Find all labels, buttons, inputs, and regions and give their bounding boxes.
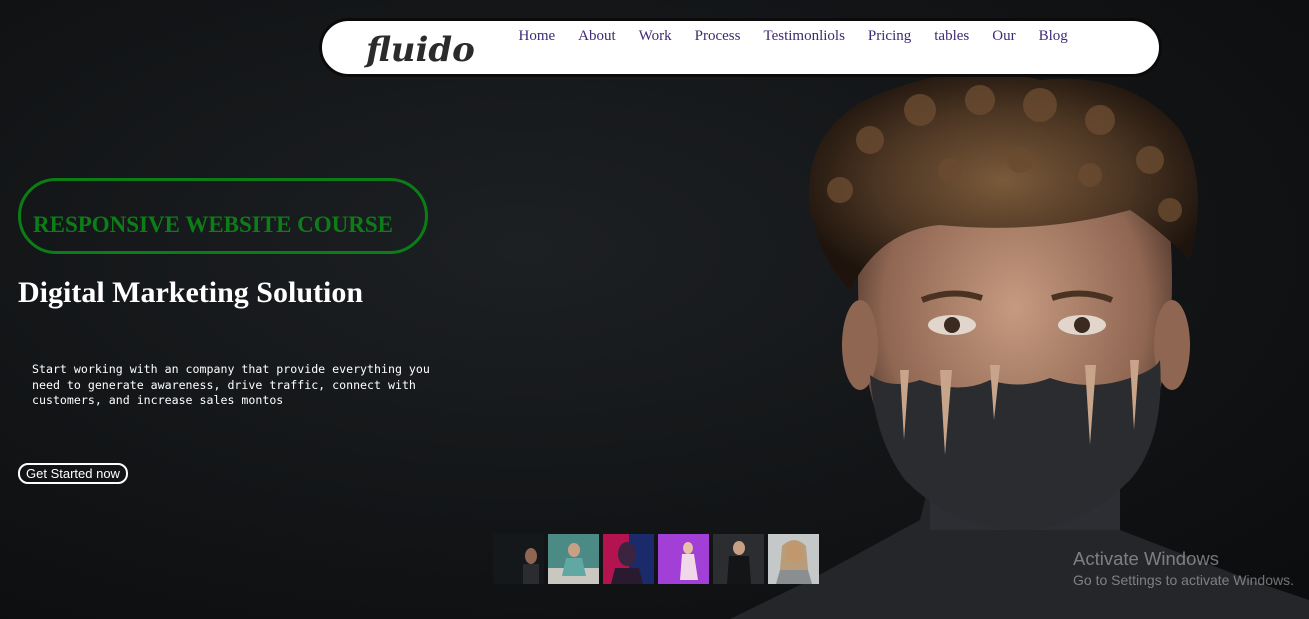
nav-blog-link[interactable]: Blog bbox=[1027, 26, 1079, 46]
thumbnail-4[interactable] bbox=[658, 534, 709, 584]
nav-links: Home About Work Process Testimonliols Pr… bbox=[507, 26, 1079, 46]
hero-headline: Digital Marketing Solution bbox=[18, 276, 364, 309]
nav-our-link[interactable]: Our bbox=[981, 26, 1027, 46]
thumbnail-2[interactable] bbox=[548, 534, 599, 584]
thumbnail-5[interactable] bbox=[713, 534, 764, 584]
nav-home-link[interactable]: Home bbox=[507, 26, 567, 46]
thumbnail-3[interactable] bbox=[603, 534, 654, 584]
course-badge: RESPONSIVE WEBSITE COURSE bbox=[18, 178, 428, 254]
nav-process-link[interactable]: Process bbox=[683, 26, 752, 46]
nav-testimonials-link[interactable]: Testimonliols bbox=[752, 26, 856, 46]
thumbnail-6[interactable] bbox=[768, 534, 819, 584]
fluido-logo[interactable]: fluido bbox=[362, 27, 475, 71]
svg-text:fluido: fluido bbox=[363, 30, 474, 70]
nav-tables-link[interactable]: tables bbox=[923, 26, 981, 46]
thumbnail-1[interactable] bbox=[493, 534, 544, 584]
watermark-title: Activate Windows bbox=[1073, 548, 1219, 569]
top-navbar: fluido Home About Work Process Testimonl… bbox=[319, 18, 1162, 77]
get-started-button[interactable]: Get Started now bbox=[18, 463, 128, 484]
windows-activation-watermark: Activate Windows Go to Settings to activ… bbox=[1073, 548, 1294, 590]
thumbnail-strip bbox=[493, 534, 819, 584]
nav-work-link[interactable]: Work bbox=[627, 26, 683, 46]
watermark-subtitle: Go to Settings to activate Windows. bbox=[1073, 572, 1294, 588]
nav-pricing-link[interactable]: Pricing bbox=[856, 26, 922, 46]
nav-about-link[interactable]: About bbox=[567, 26, 628, 46]
course-badge-text: RESPONSIVE WEBSITE COURSE bbox=[33, 212, 394, 237]
hero-description: Start working with an company that provi… bbox=[32, 362, 430, 407]
